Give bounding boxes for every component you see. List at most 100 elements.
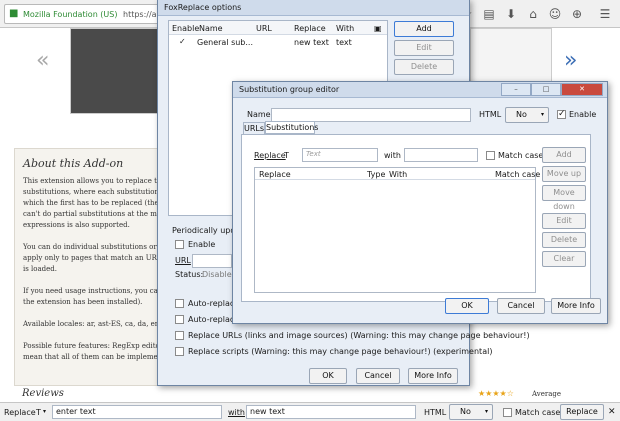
- tab-substitutions[interactable]: Substitutions: [265, 121, 318, 134]
- html-label: HTML: [479, 110, 502, 119]
- replace-input[interactable]: Text: [302, 148, 378, 162]
- option-label: Replace scripts (Warning: this may chang…: [188, 347, 493, 356]
- url-bar[interactable]: ■ Mozilla Foundation (US) https://adde: [4, 4, 172, 24]
- column-header[interactable]: Type: [367, 170, 385, 179]
- minimize-icon[interactable]: –: [501, 83, 531, 96]
- reviews-title: Reviews: [22, 388, 64, 399]
- bar-replace-button[interactable]: Replace: [560, 404, 604, 420]
- html-dropdown[interactable]: No ▾: [505, 107, 549, 123]
- move-up-button[interactable]: Move up: [542, 166, 586, 182]
- bar-type[interactable]: T: [36, 408, 41, 417]
- table-header: Enable Name URL Replace With ▣: [169, 21, 387, 35]
- delete-button[interactable]: Delete: [394, 59, 454, 75]
- about-line: apply only to pages that match an URL: [23, 254, 162, 262]
- about-line: If you need usage instructions, you ca: [23, 287, 158, 295]
- html-dropdown-value: No: [516, 110, 527, 119]
- about-line: expressions is also supported.: [23, 221, 130, 229]
- reading-list-icon[interactable]: ▤: [480, 5, 498, 23]
- sub-edit-button[interactable]: Edit: [542, 213, 586, 229]
- move-down-button[interactable]: Move down: [542, 185, 586, 211]
- table-row[interactable]: ✓ General sub... new text text: [169, 36, 387, 49]
- update-url-input[interactable]: [192, 254, 232, 268]
- chevron-down-icon: ▾: [484, 408, 488, 415]
- close-icon[interactable]: ✕: [608, 407, 616, 417]
- cancel-button[interactable]: Cancel: [356, 368, 400, 384]
- sub-delete-button[interactable]: Delete: [542, 232, 586, 248]
- gallery-next-arrow[interactable]: »: [564, 48, 577, 73]
- column-header[interactable]: Name: [199, 24, 223, 33]
- enable-update-label: Enable: [188, 240, 216, 249]
- enable-checkbox[interactable]: [557, 109, 566, 119]
- chevron-down-icon[interactable]: ▾: [43, 408, 46, 415]
- column-header[interactable]: Replace: [294, 24, 326, 33]
- replace-placeholder: Text: [306, 150, 321, 158]
- sub-add-button[interactable]: Add: [542, 147, 586, 163]
- replace-label: Replace: [254, 151, 286, 160]
- gallery-thumbnail[interactable]: [70, 28, 162, 114]
- site-identity: Mozilla Foundation (US): [23, 10, 118, 19]
- match-case-label: Match case: [498, 151, 544, 160]
- column-picker-icon[interactable]: ▣: [374, 24, 382, 33]
- substitutions-panel: Replace T Text with Match case Replace T…: [241, 134, 591, 302]
- gallery-prev-arrow[interactable]: «: [36, 48, 49, 73]
- close-icon[interactable]: ✕: [561, 83, 603, 96]
- replace-type[interactable]: T: [284, 151, 289, 160]
- bar-html-dropdown[interactable]: No ▾: [449, 404, 493, 420]
- option-checkbox[interactable]: [175, 331, 184, 340]
- bar-replace-value: enter text: [56, 407, 96, 416]
- bar-match-case-label: Match case: [515, 408, 561, 417]
- home-icon[interactable]: ⌂: [524, 5, 542, 23]
- row-name: General sub...: [197, 38, 254, 47]
- option-checkbox[interactable]: [175, 299, 184, 308]
- bar-with-label: with: [228, 408, 245, 417]
- window-titlebar: Substitution group editor – □ ✕: [233, 82, 607, 98]
- check-icon: ✓: [179, 37, 186, 46]
- column-header[interactable]: Match case: [495, 170, 540, 179]
- option-checkbox[interactable]: [175, 315, 184, 324]
- download-icon[interactable]: ⬇: [502, 5, 520, 23]
- rating-stars: ★★★★☆: [478, 389, 514, 398]
- add-button[interactable]: Add: [394, 21, 454, 37]
- about-line: the extension has been installed).: [23, 298, 143, 306]
- chevron-down-icon: ▾: [540, 111, 544, 118]
- lock-icon: ■: [9, 8, 19, 19]
- bar-html-value: No: [460, 407, 471, 416]
- replace-bar: Replace T ▾ enter text with new text HTM…: [0, 402, 620, 421]
- clear-button[interactable]: Clear: [542, 251, 586, 267]
- with-input[interactable]: [404, 148, 478, 162]
- match-case-checkbox[interactable]: [486, 151, 495, 160]
- about-line: which the first has to be replaced (the: [23, 199, 159, 207]
- column-header[interactable]: URL: [256, 24, 272, 33]
- bar-replace-input[interactable]: enter text: [52, 405, 222, 419]
- column-header[interactable]: With: [389, 170, 407, 179]
- more-info-button[interactable]: More Info: [408, 368, 458, 384]
- window-title: FoxReplace options: [164, 3, 242, 12]
- enable-update-checkbox[interactable]: [175, 240, 184, 249]
- extension-icon[interactable]: ⊕: [568, 5, 586, 23]
- editor-cancel-button[interactable]: Cancel: [497, 298, 545, 314]
- editor-more-info-button[interactable]: More Info: [551, 298, 601, 314]
- column-header[interactable]: Replace: [259, 170, 291, 179]
- about-line: can't do partial substitutions at the m: [23, 210, 157, 218]
- bar-with-input[interactable]: new text: [246, 405, 416, 419]
- about-line: is loaded.: [23, 265, 58, 273]
- bar-html-label: HTML: [424, 408, 447, 417]
- window-titlebar: FoxReplace options: [158, 0, 469, 16]
- column-header[interactable]: Enable: [172, 24, 199, 33]
- substitution-group-editor-window: Substitution group editor – □ ✕ Name HTM…: [232, 81, 608, 324]
- menu-icon[interactable]: ☰: [596, 5, 614, 23]
- row-replace: new text: [294, 38, 329, 47]
- about-title: About this Add-on: [23, 157, 124, 170]
- editor-ok-button[interactable]: OK: [445, 298, 489, 314]
- edit-button[interactable]: Edit: [394, 40, 454, 56]
- name-input[interactable]: [271, 108, 471, 122]
- chat-icon[interactable]: ☺: [546, 5, 564, 23]
- window-title: Substitution group editor: [239, 85, 340, 94]
- substitution-list[interactable]: Replace Type With Match case: [254, 167, 540, 293]
- option-checkbox[interactable]: [175, 347, 184, 356]
- ok-button[interactable]: OK: [309, 368, 347, 384]
- column-header[interactable]: With: [336, 24, 354, 33]
- bar-match-case-checkbox[interactable]: [503, 408, 512, 417]
- about-section: About this Add-on This extension allows …: [14, 148, 164, 386]
- maximize-icon[interactable]: □: [531, 83, 561, 96]
